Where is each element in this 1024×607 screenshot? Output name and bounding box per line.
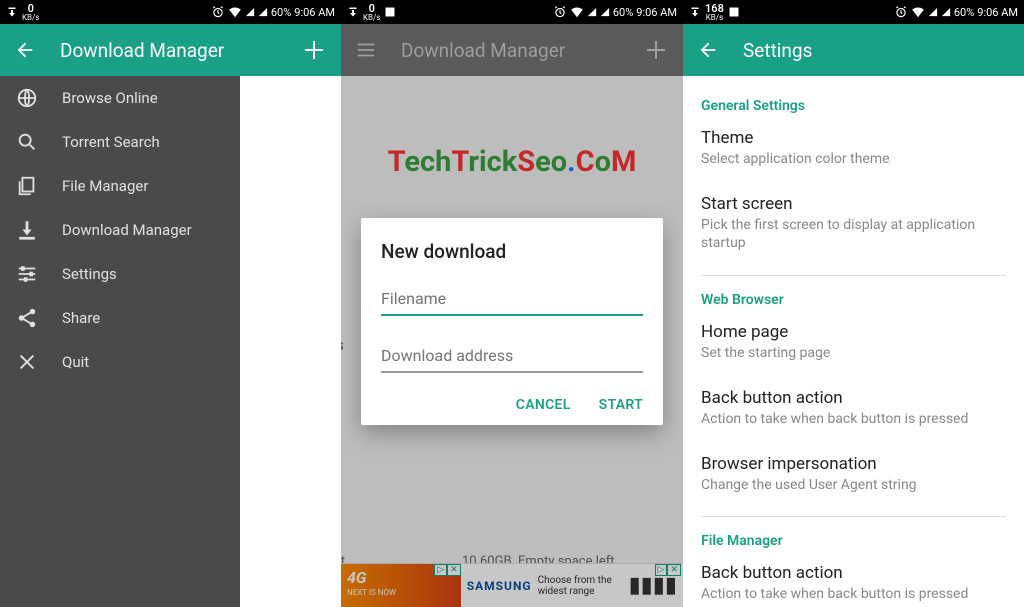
- signal-icon: [258, 6, 268, 18]
- wifi-icon: [228, 5, 242, 19]
- dl-icon: [347, 6, 359, 18]
- alarm-icon: [211, 5, 225, 19]
- image-icon: [728, 6, 740, 18]
- setting-home-page[interactable]: Home page Set the starting page: [701, 322, 1006, 362]
- filename-field[interactable]: [381, 283, 643, 316]
- cancel-button[interactable]: CANCEL: [516, 397, 571, 413]
- panel-drawer: 0KB/s 60% 9:06 AM Download Manager Brows…: [0, 0, 341, 607]
- menu-icon: [355, 39, 377, 61]
- app-bar-dimmed: Download Manager: [341, 24, 683, 76]
- sidebar-item-torrent[interactable]: Torrent Search: [0, 120, 240, 164]
- alarm-icon: [553, 5, 567, 19]
- share-icon: [16, 307, 38, 329]
- sliders-icon: [16, 263, 38, 285]
- signal-icon: [587, 6, 597, 18]
- signal-icon: [941, 6, 951, 18]
- sidebar-item-label: Share: [62, 309, 100, 327]
- setting-file-back-button[interactable]: Back button action Action to take when b…: [701, 563, 1006, 603]
- sidebar-item-settings[interactable]: Settings: [0, 252, 240, 296]
- sidebar-item-quit[interactable]: Quit: [0, 340, 240, 384]
- wifi-icon: [911, 5, 925, 19]
- settings-list[interactable]: General Settings Theme Select applicatio…: [683, 76, 1024, 607]
- battery-text: 60%: [271, 6, 291, 19]
- search-icon: [16, 131, 38, 153]
- sidebar-item-label: Quit: [62, 353, 89, 371]
- app-bar: Download Manager: [0, 24, 341, 76]
- sidebar-item-label: Torrent Search: [62, 133, 160, 151]
- download-address-field[interactable]: [381, 340, 643, 373]
- sidebar-item-label: Download Manager: [62, 221, 192, 239]
- setting-browser-impersonation[interactable]: Browser impersonation Change the used Us…: [701, 454, 1006, 494]
- status-bar: 168KB/s 60% 9:06 AM: [683, 0, 1024, 24]
- sidebar-item-label: Settings: [62, 265, 117, 283]
- alarm-icon: [894, 5, 908, 19]
- download-icon: [16, 219, 38, 241]
- globe-icon: [16, 87, 38, 109]
- section-file: File Manager: [701, 533, 1006, 549]
- back-icon[interactable]: [14, 39, 36, 61]
- signal-icon: [928, 6, 938, 18]
- status-bar: 0KB/s 60% 9:06 AM: [0, 0, 341, 24]
- start-button[interactable]: START: [599, 397, 643, 413]
- dl-icon: [689, 6, 701, 18]
- dialog-title: New download: [381, 240, 643, 263]
- settings-title: Settings: [743, 39, 1010, 62]
- setting-start-screen[interactable]: Start screen Pick the first screen to di…: [701, 194, 1006, 252]
- status-bar: 0KB/s 60% 9:06 AM: [341, 0, 683, 24]
- setting-back-button[interactable]: Back button action Action to take when b…: [701, 388, 1006, 428]
- image-icon: [384, 6, 396, 18]
- add-icon: [643, 37, 669, 63]
- sidebar-item-share[interactable]: Share: [0, 296, 240, 340]
- sidebar-item-browse[interactable]: Browse Online: [0, 76, 240, 120]
- sidebar-item-label: Browse Online: [62, 89, 158, 107]
- wifi-icon: [570, 5, 584, 19]
- panel-dialog: 0KB/s 60% 9:06 AM s eft 10.60GB Empty sp…: [341, 0, 683, 607]
- add-icon[interactable]: [301, 37, 327, 63]
- section-general: General Settings: [701, 98, 1006, 114]
- copy-icon: [16, 175, 38, 197]
- app-title: Download Manager: [60, 39, 301, 62]
- sidebar-item-file[interactable]: File Manager: [0, 164, 240, 208]
- signal-icon: [600, 6, 610, 18]
- time-text: 9:06 AM: [294, 6, 335, 19]
- settings-app-bar: Settings: [683, 24, 1024, 76]
- sidebar-item-download[interactable]: Download Manager: [0, 208, 240, 252]
- close-icon: [16, 351, 38, 373]
- signal-icon: [245, 6, 255, 18]
- back-icon[interactable]: [697, 39, 719, 61]
- setting-theme[interactable]: Theme Select application color theme: [701, 128, 1006, 168]
- nav-drawer: Browse Online Torrent Search File Manage…: [0, 76, 240, 607]
- dl-icon: [6, 6, 18, 18]
- new-download-dialog: New download CANCEL START: [361, 218, 663, 425]
- section-web: Web Browser: [701, 292, 1006, 308]
- panel-settings: 168KB/s 60% 9:06 AM Settings General Set…: [683, 0, 1024, 607]
- sidebar-item-label: File Manager: [62, 177, 148, 195]
